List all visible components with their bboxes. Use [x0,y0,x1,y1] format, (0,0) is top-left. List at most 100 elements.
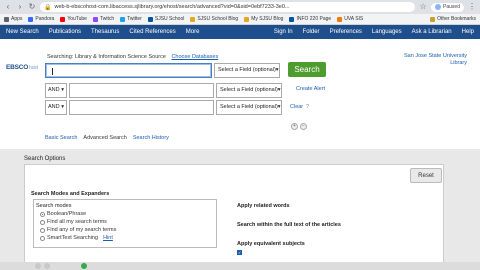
reload-icon[interactable]: ↻ [28,2,36,12]
radio-selected[interactable] [40,211,45,217]
choose-databases-link[interactable]: Choose Databases [171,54,218,60]
nav-new-search[interactable]: New Search [6,29,39,35]
avatar [435,4,442,10]
search-row-2: AND ▾ Select a Field (optional) ▾ [45,82,282,98]
smarttext-hint-link[interactable]: Hint [103,235,113,241]
tab-advanced-search[interactable]: Advanced Search [83,135,126,141]
bookmark-label: Pandora [35,16,55,22]
nav-folder[interactable]: Folder [303,29,320,35]
boolean-select-3[interactable]: AND ▾ [45,99,67,115]
radio[interactable] [40,227,45,233]
nav-sign-in[interactable]: Sign In [274,29,293,35]
blog-icon [244,16,250,22]
search-modes-title: Search modes [36,203,72,209]
nav-cited-references[interactable]: Cited References [129,29,175,35]
search-input-2[interactable] [69,82,214,98]
bookmark-item[interactable]: UVA SIS [337,16,363,22]
lock-icon: 🔒 [44,4,52,11]
field-select-label: Select a Field (optional) [220,87,278,93]
chevron-down-icon: ▾ [61,104,64,110]
bookmark-item[interactable]: YouTube [60,16,87,22]
forward-icon[interactable]: › [16,2,24,12]
field-select-1[interactable]: Select a Field (optional) ▾ [214,62,280,78]
uva-icon [337,16,343,22]
bookmark-item[interactable]: Apps [4,16,22,22]
nav-languages[interactable]: Languages [372,29,402,35]
search-input-3[interactable] [69,99,214,115]
field-select-2[interactable]: Select a Field (optional) ▾ [216,82,282,98]
expander-equivalent-subjects[interactable]: Apply equivalent subjects [237,241,305,247]
boolean-select-2[interactable]: AND ▾ [45,82,67,98]
bookmark-item[interactable]: SJSU School Blog [190,16,238,22]
page-icon [289,16,295,22]
folder-icon [430,16,436,22]
bookmark-item[interactable]: My SJSU Blog [244,16,283,22]
address-bar[interactable]: 🔒 web-b-ebscohost-com.libaccess.sjlibrar… [40,2,416,12]
other-bookmarks[interactable]: Other Bookmarks [430,16,476,22]
nav-help[interactable]: Help [462,29,474,35]
search-row-1: Select a Field (optional) ▾ [45,62,280,78]
tab-basic-search[interactable]: Basic Search [45,135,77,141]
bookmark-item[interactable]: Twitter [120,16,142,22]
other-bookmarks-label: Other Bookmarks [437,16,476,22]
nav-thesaurus[interactable]: Thesaurus [91,29,119,35]
remove-row-icon[interactable]: − [300,123,307,130]
nav-publications[interactable]: Publications [49,29,81,35]
expander-full-text[interactable]: Search within the full text of the artic… [237,222,341,228]
star-icon[interactable]: ☆ [419,2,427,12]
reset-button[interactable]: Reset [410,168,442,183]
menu-icon[interactable]: ⋮ [468,2,476,12]
boolean-label: AND [48,104,60,110]
mode-boolean-phrase[interactable]: Boolean/Phrase [40,211,86,217]
clear-link[interactable]: Clear [290,104,303,110]
equivalent-subjects-checkbox[interactable]: ✓ [237,250,242,255]
mode-find-any[interactable]: Find any of my search terms [40,227,116,233]
bookmark-label: Twitter [127,16,142,22]
blog-icon [190,16,196,22]
bookmark-item[interactable]: SJSU School [147,16,184,22]
mode-find-all[interactable]: Find all my search terms [40,219,107,225]
searching-text: Searching: Library & Information Science… [47,54,166,60]
search-row-3: AND ▾ Select a Field (optional) ▾ [45,99,282,115]
mode-smarttext[interactable]: SmartText Searching Hint [40,235,113,241]
control-icon[interactable] [44,263,50,269]
bookmark-item[interactable]: INFO 220 Page [289,16,331,22]
bookmark-label: SJSU School Blog [197,16,239,22]
bookmark-label: Twitch [99,16,115,22]
add-row-icon[interactable]: + [291,123,298,130]
institution-label[interactable]: San Jose State University Library [387,53,467,67]
tab-search-history[interactable]: Search History [133,135,169,141]
search-button[interactable]: Search [288,62,326,77]
expander-related-words[interactable]: Apply related words [237,203,290,209]
bookmark-label: My SJSU Blog [251,16,284,22]
profile-label: Paused [443,4,460,10]
bottom-controls [0,262,480,270]
bookmark-item[interactable]: Pandora [28,16,54,22]
help-icon[interactable]: ? [306,104,309,110]
control-icon[interactable] [35,263,41,269]
chevron-down-icon: ▾ [277,104,281,110]
chevron-down-icon: ▾ [61,87,64,93]
field-select-label: Select a Field (optional) [220,104,278,110]
youtube-icon [60,16,66,22]
back-icon[interactable]: ‹ [4,2,12,12]
nav-more[interactable]: More [186,29,200,35]
chevron-down-icon: ▾ [277,87,281,93]
field-select-3[interactable]: Select a Field (optional) ▾ [216,99,282,115]
nav-preferences[interactable]: Preferences [330,29,362,35]
profile-button[interactable]: Paused [431,2,464,12]
ebsco-logo[interactable]: EBSCO host [6,63,38,72]
nav-ask-librarian[interactable]: Ask a Librarian [412,29,452,35]
apps-icon [4,16,9,22]
field-select-label: Select a Field (optional) [218,67,276,73]
bookmarks-bar: Apps Pandora YouTube Twitch Twitter SJSU… [0,14,480,25]
status-icon[interactable] [81,263,87,269]
search-input-1[interactable] [45,62,212,78]
bookmark-item[interactable]: Twitch [92,16,115,22]
logo-host: host [29,64,38,71]
radio[interactable] [40,219,45,225]
mode-label: SmartText Searching [47,235,99,241]
create-alert-link[interactable]: Create Alert [296,86,325,92]
radio[interactable] [40,235,45,241]
twitter-icon [120,16,126,22]
